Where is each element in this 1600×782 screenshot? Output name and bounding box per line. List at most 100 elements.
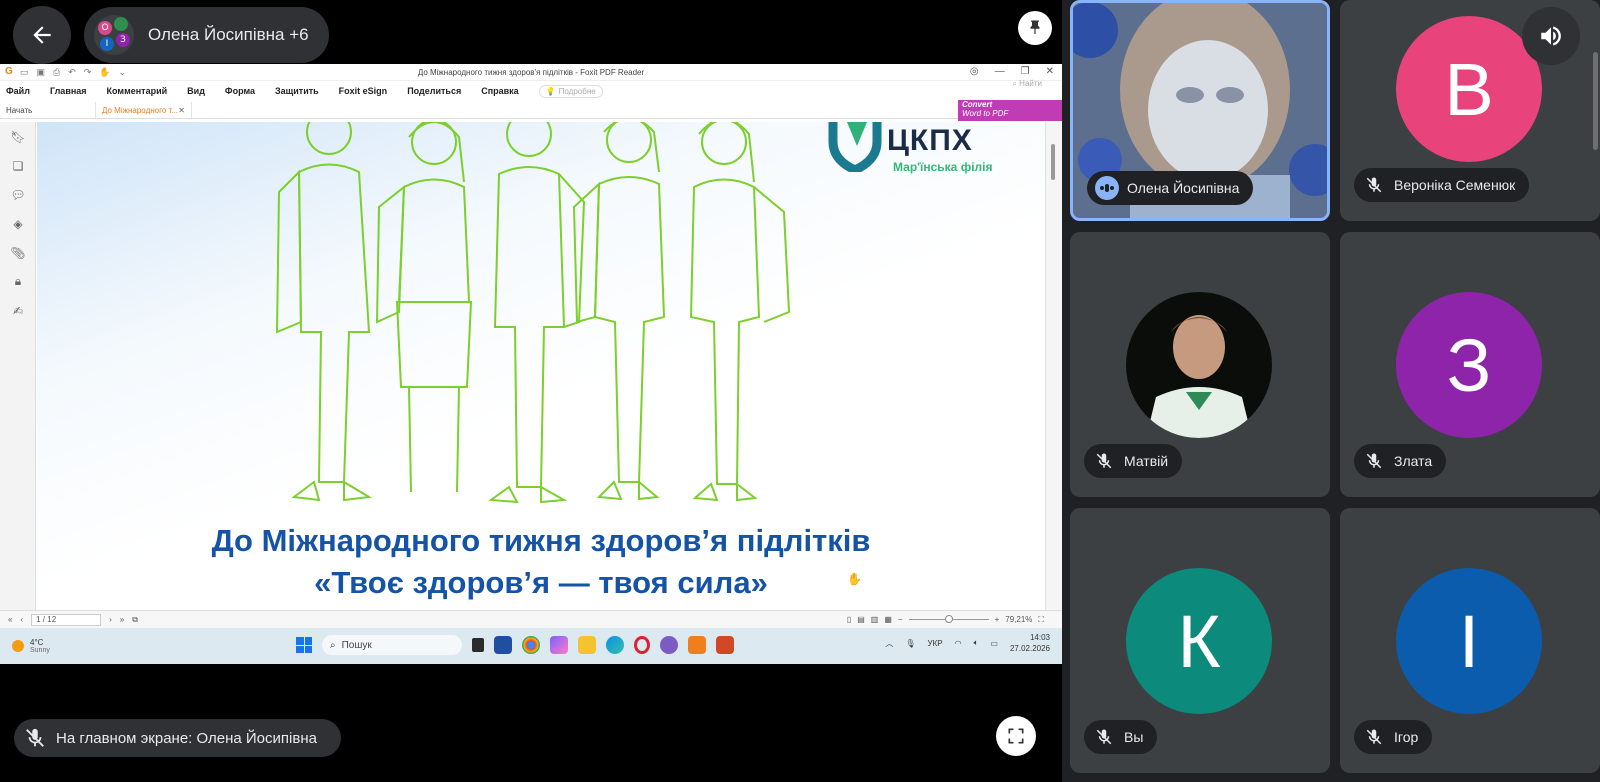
menu-file[interactable]: Файл [6,86,30,96]
participant-tile[interactable]: Олена Йосипівна [1070,0,1330,221]
close-tab-icon[interactable]: ✕ [178,106,185,115]
zoom-level[interactable]: 79,21% [1005,615,1032,624]
presentation-stage: О І З Олена Йосипівна +6 G ▭ ▣ ⎙ ↶ ↷ ✋ ⌄… [0,0,1062,782]
menu-help[interactable]: Справка [481,86,518,96]
file-explorer-icon[interactable] [578,636,596,654]
figure-boy-1 [275,122,373,502]
task-view-icon[interactable] [472,638,484,652]
pdf-titlebar: G ▭ ▣ ⎙ ↶ ↷ ✋ ⌄ До Міжнародного тижня зд… [0,64,1062,81]
next-page-icon[interactable]: › [109,615,112,624]
convert-word-to-pdf-banner[interactable]: Convert Word to PDF [958,100,1062,121]
edge-icon[interactable] [606,636,624,654]
windows-taskbar: 4°C Sunny ⌕ Пошук ︿ 🎙︎ УКР ◠ 🔈︎ ▭ 14:03 … [0,628,1062,664]
figure-girl-1 [375,122,473,493]
participant-name-chip: Матвій [1084,444,1183,478]
back-button[interactable] [13,6,71,64]
participants-chip[interactable]: О І З Олена Йосипівна +6 [84,7,329,63]
microphone-icon[interactable]: 🎙︎ [905,639,915,648]
mini-avatar-photo [114,17,128,31]
layers-icon[interactable]: ◈ [0,209,36,238]
pages-icon[interactable]: ❏ [0,151,36,180]
foxit-app-icon[interactable] [688,636,706,654]
tray-chevron-icon[interactable]: ︿ [885,638,893,649]
participant-name: Вероніка Семенюк [1394,177,1516,193]
volume-icon[interactable]: 🔈︎ [974,638,979,648]
fullscreen-button[interactable] [996,716,1036,756]
participant-name: Вы [1124,729,1144,745]
slide-title: До Міжнародного тижня здоров’я підлітків… [37,520,1045,604]
tell-me-label: Подробне [558,86,596,96]
windows-start-icon[interactable] [296,637,312,653]
participant-tile[interactable]: З Злата [1340,232,1600,497]
menu-esign[interactable]: Foxit eSign [339,86,388,96]
menu-protect[interactable]: Защитить [275,86,319,96]
clock[interactable]: 14:03 27.02.2026 [1010,632,1050,654]
continuous-icon[interactable]: ▤ [857,615,865,624]
opera-icon[interactable] [634,636,650,654]
language-indicator[interactable]: УКР [928,639,943,648]
page-navigation: « ‹ 1 / 12 › » ⧉ [0,613,138,626]
prev-page-icon[interactable]: ‹ [20,615,23,624]
facing-icon[interactable]: ▥ [871,615,879,624]
store-icon[interactable] [494,636,512,654]
account-icon[interactable]: ◎ [970,66,979,77]
restore-icon[interactable]: ❐ [1021,66,1030,77]
security-icon[interactable]: 🔒︎ [0,267,36,296]
find-box[interactable]: ⌕ Найти [1012,79,1042,89]
document-tabs: Начать До Міжнародного т... ✕ [0,101,1062,119]
figure-girl-2 [572,122,666,501]
tab-start[interactable]: Начать [0,102,96,118]
attachment-icon[interactable]: 📎︎ [0,238,36,267]
system-tray: ︿ 🎙︎ УКР ◠ 🔈︎ ▭ 14:03 27.02.2026 [885,632,1050,654]
battery-icon[interactable]: ▭ [990,639,998,648]
shared-screen: G ▭ ▣ ⎙ ↶ ↷ ✋ ⌄ До Міжнародного тижня зд… [0,64,1062,664]
hand-cursor-icon: ✋ [847,572,862,586]
participant-tile[interactable]: К Вы [1070,508,1330,773]
menu-home[interactable]: Главная [50,86,87,96]
zoom-in-icon[interactable]: + [995,615,1000,624]
zoom-slider[interactable] [908,615,989,623]
presenting-label: На главном экране: Олена Йосипівна [56,729,317,747]
copilot-icon[interactable] [550,636,568,654]
grid-view-icon[interactable]: ▦ [884,615,892,624]
pin-icon [1030,20,1040,34]
close-icon[interactable]: ✕ [1046,66,1054,77]
single-page-icon[interactable]: ▯ [847,615,851,624]
mic-off-icon [1362,449,1386,473]
zoom-out-icon[interactable]: − [898,615,903,624]
grid-scrollbar[interactable] [1593,52,1598,150]
weather-widget[interactable]: 4°C Sunny [0,638,50,654]
copy-icon[interactable]: ⧉ [132,615,138,625]
scrollbar-thumb[interactable] [1051,144,1055,180]
pdf-sidebar: 🔖︎ ❏ 💬︎ ◈ 📎︎ 🔒︎ ✍︎ [0,122,36,610]
clock-date: 27.02.2026 [1009,644,1050,653]
menu-view[interactable]: Вид [187,86,205,96]
last-page-icon[interactable]: » [120,615,124,624]
comments-icon[interactable]: 💬︎ [0,180,36,209]
tab-document-label: До Міжнародного т... [102,105,178,115]
viber-icon[interactable] [660,636,678,654]
chrome-icon[interactable] [522,636,540,654]
taskbar-search[interactable]: ⌕ Пошук [322,635,462,655]
page-number-field[interactable]: 1 / 12 [31,613,102,626]
fullscreen-icon [1008,728,1024,744]
tab-document[interactable]: До Міжнародного т... ✕ [96,102,192,118]
bookmark-icon[interactable]: 🔖︎ [0,122,36,151]
wifi-icon[interactable]: ◠ [955,639,962,648]
minimize-icon[interactable]: — [995,66,1005,77]
menu-form[interactable]: Форма [225,86,255,96]
participant-tile[interactable]: І Ігор [1340,508,1600,773]
participant-tile[interactable]: Матвій [1070,232,1330,497]
fullscreen-pdf-icon[interactable]: ⛶ [1038,615,1044,625]
pin-button[interactable] [1018,11,1052,45]
menu-share[interactable]: Поделиться [407,86,461,96]
pdf-scrollbar[interactable] [1045,122,1062,610]
signature-icon[interactable]: ✍︎ [0,296,36,325]
powerpoint-icon[interactable] [716,636,734,654]
zoom-slider-knob[interactable] [944,615,953,623]
tell-me-box[interactable]: 💡 Подробне [538,84,603,98]
participant-name-chip: Олена Йосипівна [1087,171,1254,205]
menu-comment[interactable]: Комментарий [107,86,168,96]
first-page-icon[interactable]: « [8,615,12,624]
speaker-button[interactable] [1522,7,1580,65]
